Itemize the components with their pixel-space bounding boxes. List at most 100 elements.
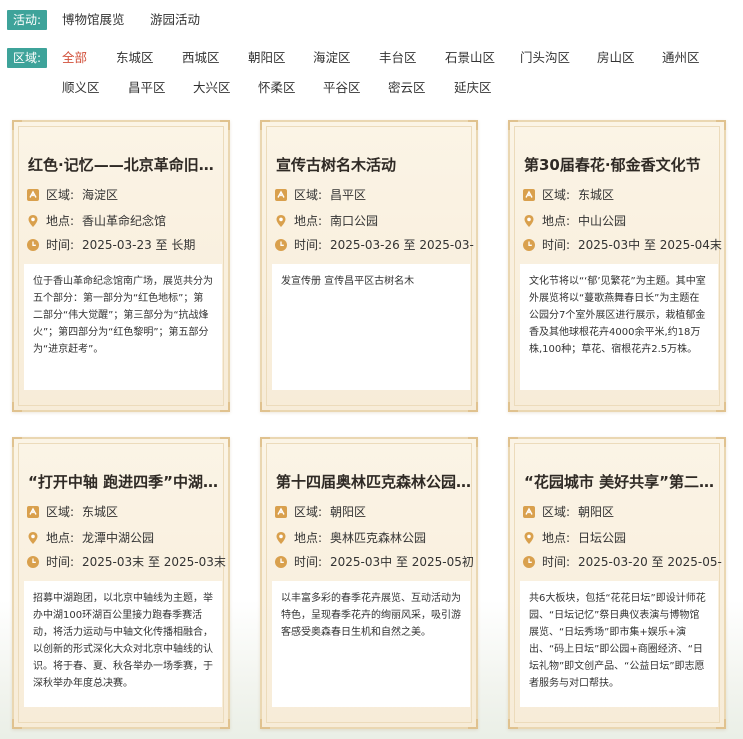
- location-value: 香山革命纪念馆: [82, 214, 167, 228]
- card-corner-ornament: [508, 120, 518, 130]
- district-label: 区域:: [294, 505, 323, 519]
- card-title[interactable]: “花园城市 美好共享”第二届日坛花事: [524, 471, 720, 492]
- district-option-dongcheng[interactable]: 东城区: [116, 48, 154, 68]
- activity-card[interactable]: 宣传古树名木活动 区域: 昌平区 地点: 南口公园 时间: 2025-03-26…: [260, 120, 478, 412]
- map-tag-icon: [522, 505, 536, 519]
- district-option-shunyi[interactable]: 顺义区: [62, 78, 100, 98]
- location-pin-icon: [26, 214, 40, 228]
- card-title[interactable]: 宣传古树名木活动: [276, 154, 472, 175]
- card-corner-ornament: [260, 402, 270, 412]
- time-label: 时间:: [46, 555, 75, 569]
- district-value: 海淀区: [82, 188, 119, 202]
- time-value: 2025-03-23 至 长期: [82, 238, 196, 252]
- district-option-all[interactable]: 全部: [62, 48, 87, 68]
- map-tag-icon: [26, 188, 40, 202]
- district-filter-tag: 区域:: [7, 48, 48, 68]
- district-option-changping[interactable]: 昌平区: [128, 78, 166, 98]
- district-option-fangshan[interactable]: 房山区: [597, 48, 635, 68]
- map-tag-icon: [274, 188, 288, 202]
- card-district: 区域: 东城区: [522, 186, 722, 204]
- card-corner-ornament: [468, 402, 478, 412]
- card-title[interactable]: 第十四届奥林匹克森林公园踏青游园会: [276, 471, 472, 492]
- card-district: 区域: 海淀区: [26, 186, 226, 204]
- location-pin-icon: [274, 214, 288, 228]
- card-description: 发宣传册 宣传昌平区古树名木: [272, 264, 470, 390]
- district-label: 区域:: [294, 188, 323, 202]
- card-district: 区域: 朝阳区: [274, 503, 474, 521]
- activity-card[interactable]: 红色·记忆——北京革命旧址文物展 区域: 海淀区 地点: 香山革命纪念馆 时间:…: [12, 120, 230, 412]
- card-corner-ornament: [220, 719, 230, 729]
- time-value: 2025-03-20 至 2025-05-05: [578, 555, 722, 569]
- card-corner-ornament: [220, 437, 230, 447]
- card-location: 地点: 日坛公园: [522, 529, 722, 547]
- card-corner-ornament: [12, 120, 22, 130]
- district-option-huairou[interactable]: 怀柔区: [258, 78, 296, 98]
- district-option-daxing[interactable]: 大兴区: [193, 78, 231, 98]
- card-corner-ornament: [12, 719, 22, 729]
- location-value: 中山公园: [578, 214, 627, 228]
- card-corner-ornament: [468, 437, 478, 447]
- card-district: 区域: 朝阳区: [522, 503, 722, 521]
- clock-icon: [26, 555, 40, 569]
- card-title[interactable]: 红色·记忆——北京革命旧址文物展: [28, 154, 224, 175]
- location-value: 南口公园: [330, 214, 379, 228]
- card-time: 时间: 2025-03末 至 2025-03末: [26, 553, 226, 571]
- card-title[interactable]: “打开中轴 跑进四季”中湖接力跑: [28, 471, 224, 492]
- location-label: 地点:: [542, 214, 571, 228]
- activity-option-garden[interactable]: 游园活动: [150, 10, 200, 30]
- district-option-mentougou[interactable]: 门头沟区: [520, 48, 570, 68]
- district-value: 东城区: [82, 505, 119, 519]
- location-value: 奥林匹克森林公园: [330, 531, 427, 545]
- card-time: 时间: 2025-03中 至 2025-04末: [522, 236, 722, 254]
- card-corner-ornament: [716, 719, 726, 729]
- card-corner-ornament: [260, 437, 270, 447]
- district-option-chaoyang[interactable]: 朝阳区: [248, 48, 286, 68]
- district-label: 区域:: [542, 188, 571, 202]
- activity-card[interactable]: “打开中轴 跑进四季”中湖接力跑 区域: 东城区 地点: 龙潭中湖公园 时间: …: [12, 437, 230, 729]
- card-corner-ornament: [468, 719, 478, 729]
- map-tag-icon: [26, 505, 40, 519]
- time-value: 2025-03中 至 2025-05初: [330, 555, 474, 569]
- card-corner-ornament: [508, 719, 518, 729]
- activity-card[interactable]: “花园城市 美好共享”第二届日坛花事 区域: 朝阳区 地点: 日坛公园 时间: …: [508, 437, 726, 729]
- district-option-yanqing[interactable]: 延庆区: [454, 78, 492, 98]
- district-option-tongzhou[interactable]: 通州区: [662, 48, 700, 68]
- location-label: 地点:: [294, 531, 323, 545]
- district-option-shijingshan[interactable]: 石景山区: [445, 48, 495, 68]
- time-label: 时间:: [46, 238, 75, 252]
- district-label: 区域:: [542, 505, 571, 519]
- card-location: 地点: 奥林匹克森林公园: [274, 529, 474, 547]
- district-option-haidian[interactable]: 海淀区: [313, 48, 351, 68]
- district-option-fengtai[interactable]: 丰台区: [379, 48, 417, 68]
- district-value: 朝阳区: [330, 505, 367, 519]
- time-label: 时间:: [542, 238, 571, 252]
- activity-card[interactable]: 第30届春花·郁金香文化节 区域: 东城区 地点: 中山公园 时间: 2025-…: [508, 120, 726, 412]
- district-label: 区域:: [46, 505, 75, 519]
- clock-icon: [274, 555, 288, 569]
- card-description: 招募中湖跑团，以北京中轴线为主题，举办中湖100环湖百公里接力跑春季赛活动，将活…: [24, 581, 222, 707]
- district-option-pinggu[interactable]: 平谷区: [323, 78, 361, 98]
- card-corner-ornament: [716, 402, 726, 412]
- card-corner-ornament: [220, 120, 230, 130]
- card-corner-ornament: [12, 437, 22, 447]
- card-corner-ornament: [716, 437, 726, 447]
- clock-icon: [522, 555, 536, 569]
- card-corner-ornament: [260, 120, 270, 130]
- card-time: 时间: 2025-03-20 至 2025-05-05: [522, 553, 722, 571]
- card-corner-ornament: [220, 402, 230, 412]
- card-district: 区域: 东城区: [26, 503, 226, 521]
- district-value: 昌平区: [330, 188, 367, 202]
- card-title[interactable]: 第30届春花·郁金香文化节: [524, 154, 720, 175]
- time-label: 时间:: [542, 555, 571, 569]
- activity-card[interactable]: 第十四届奥林匹克森林公园踏青游园会 区域: 朝阳区 地点: 奥林匹克森林公园 时…: [260, 437, 478, 729]
- location-pin-icon: [522, 531, 536, 545]
- location-value: 日坛公园: [578, 531, 627, 545]
- card-location: 地点: 龙潭中湖公园: [26, 529, 226, 547]
- district-label: 区域:: [46, 188, 75, 202]
- district-option-miyun[interactable]: 密云区: [388, 78, 426, 98]
- district-option-xicheng[interactable]: 西城区: [182, 48, 220, 68]
- location-label: 地点:: [542, 531, 571, 545]
- activity-option-museum[interactable]: 博物馆展览: [62, 10, 125, 30]
- location-label: 地点:: [46, 214, 75, 228]
- district-value: 东城区: [578, 188, 615, 202]
